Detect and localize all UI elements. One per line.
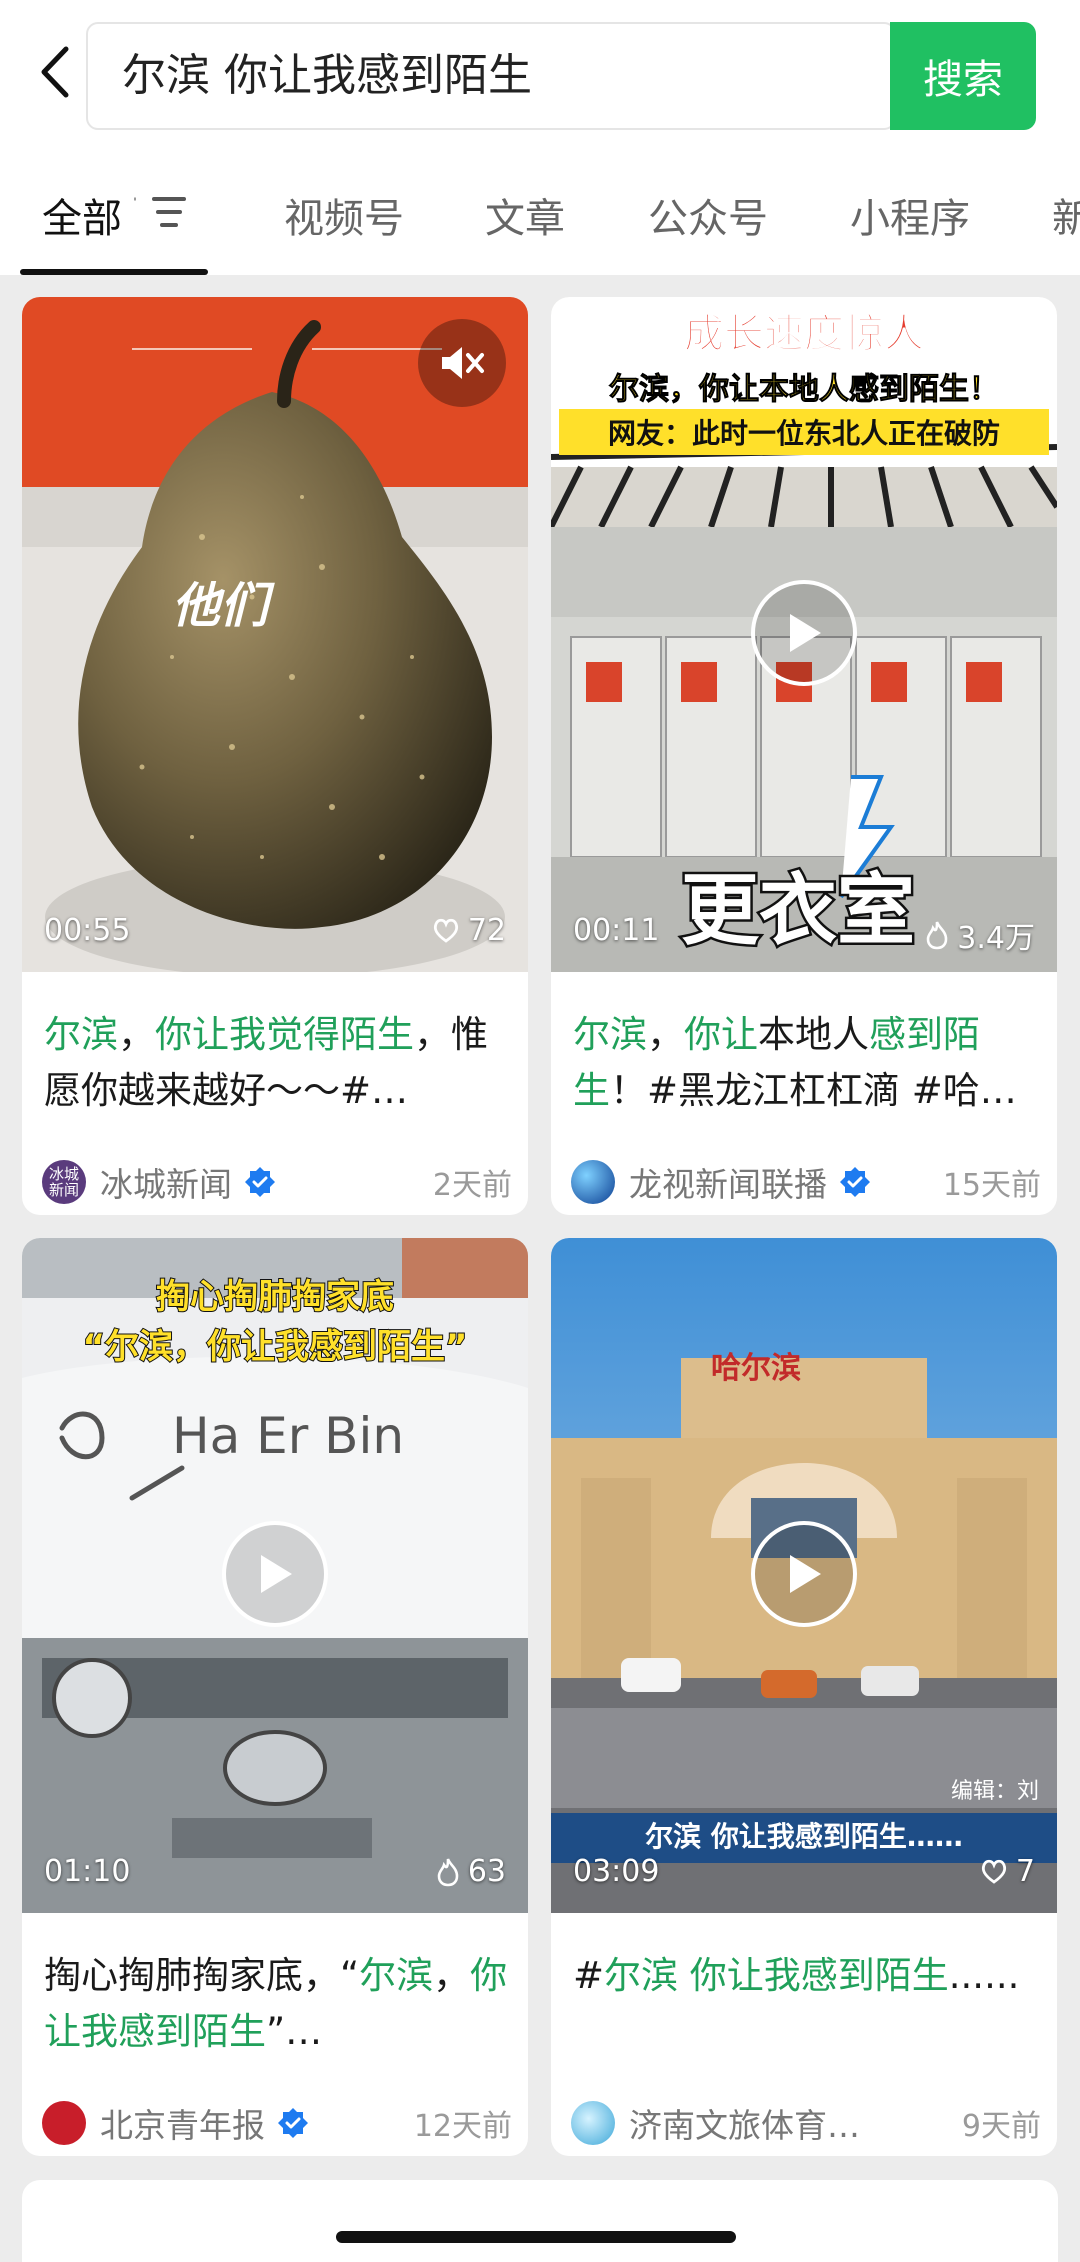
card-title[interactable]: 掏心掏肺掏家底，“尔滨，你让我感到陌生”… [44,1948,510,2060]
video-thumbnail[interactable]: 哈尔滨 编辑：刘 尔滨 你让我感到陌生…… 03:09 7 [551,1238,1057,1913]
video-duration: 01:10 [44,1854,131,1889]
like-count-value: 72 [467,913,506,948]
like-count: 72 [432,913,506,948]
title-highlight-text: 你让我觉得陌生 [155,1013,414,1056]
search-box [86,22,946,130]
title-highlight-text: 尔滨 [44,1013,118,1056]
video-card[interactable]: 他们 00:55 72 尔滨，你让我觉得陌生，惟愿你越来越好～～#… 冰城 新闻… [22,297,528,1215]
thumbnail-overlay-text: 他们 [172,578,275,634]
author-avatar [571,1160,615,1204]
title-text: 掏心掏肺掏家底，“ [44,1954,360,1997]
video-thumbnail[interactable]: 他们 00:55 72 [22,297,528,972]
thumbnail-overlay-line: 掏心掏肺掏家底 [156,1277,394,1317]
play-icon [261,1555,292,1593]
like-count: 63 [436,1854,506,1889]
like-count-value: 63 [467,1854,506,1889]
speaker-muted-icon [442,347,484,379]
video-card[interactable]: 哈尔滨 编辑：刘 尔滨 你让我感到陌生…… 03:09 7 #尔滨 你让我感到陌… [551,1238,1057,2156]
verified-badge-icon [840,1167,870,1197]
search-input[interactable] [122,24,842,128]
author-row[interactable]: 济南文旅体育… 9天前 [571,2098,1041,2148]
verified-badge-icon [245,1167,275,1197]
card-title[interactable]: 尔滨，你让我觉得陌生，惟愿你越来越好～～#… [44,1007,510,1119]
author-avatar [571,2101,615,2145]
thumbnail-caption-bar: 尔滨 你让我感到陌生…… [645,1820,963,1853]
title-highlight-text: 尔滨 你让我感到陌生 [604,1954,949,1997]
author-name: 济南文旅体育… [629,2106,860,2145]
thumbnail-overlay-line: 网友：此时一位东北人正在破防 [608,417,1000,450]
post-age: 9天前 [961,2109,1041,2144]
chevron-left-icon [41,46,69,98]
author-row[interactable]: 北京青年报 12天前 [42,2098,512,2148]
heart-icon [433,918,458,943]
flame-icon [926,921,948,950]
heart-icon [981,1859,1006,1884]
title-highlight-text: 尔滨 [359,1954,434,1997]
play-button[interactable] [751,580,857,686]
play-icon [790,614,821,652]
post-age: 12天前 [413,2109,512,2144]
tab-video-channel[interactable]: 视频号 [284,186,404,244]
play-icon [790,1555,821,1593]
title-text: ！#黑龙江杠杠滴 #哈… [610,1069,1017,1112]
next-result-card[interactable] [22,2180,1058,2262]
card-title[interactable]: 尔滨，你让本地人感到陌生！#黑龙江杠杠滴 #哈… [573,1007,1039,1119]
title-text: 本地人 [758,1013,869,1056]
title-text: # [573,1954,605,1997]
tab-mini-programs[interactable]: 小程序 [850,186,970,244]
title-highlight-text: 你让 [684,1013,758,1056]
author-name: 冰城新闻 [100,1165,232,1204]
search-button[interactable]: 搜索 [890,22,1036,130]
title-text: ， [118,1013,155,1056]
title-text: ， [647,1013,684,1056]
title-text: ， [433,1954,471,1997]
tab-all[interactable]: 全部 [42,186,122,244]
tab-news[interactable]: 新 [1052,186,1080,244]
flame-icon [437,1857,459,1886]
verified-badge-icon [278,2108,308,2138]
tab-articles[interactable]: 文章 [485,186,565,244]
post-age: 15天前 [942,1168,1041,1203]
like-count: 7 [980,1854,1035,1889]
thumbnail-overlay-title: 成长速度惊人 [684,311,924,357]
title-text: ”… [266,2010,323,2053]
thumbnail-overlay-line: 尔滨，你让本地人感到陌生！ [609,372,999,407]
home-indicator [336,2231,736,2243]
tab-bar: 全部 视频号 文章 公众号 小程序 新 [0,160,1080,275]
author-row[interactable]: 龙视新闻联播 15天前 [571,1157,1041,1207]
author-name: 龙视新闻联播 [629,1165,827,1204]
post-age: 2天前 [432,1168,512,1203]
active-tab-indicator [20,269,208,275]
header: 搜索 全部 视频号 文章 公众号 小程序 新 [0,0,1080,275]
title-highlight-text: 尔滨 [573,1013,647,1056]
play-button[interactable] [751,1521,857,1627]
video-card[interactable]: Ha Er Bin 掏心掏肺掏家底 “尔滨，你让我感到陌生” 01:10 63 … [22,1238,528,2156]
station-sign-text: 哈尔滨 [711,1351,801,1386]
video-thumbnail[interactable]: 成长速度惊人 尔滨，你让本地人感到陌生！ 网友：此时一位东北人正在破防 更衣室 … [551,297,1057,972]
video-duration: 00:55 [44,913,131,948]
like-count: 3.4万 [925,913,1035,957]
video-duration: 03:09 [573,1854,660,1889]
video-card[interactable]: 成长速度惊人 尔滨，你让本地人感到陌生！ 网友：此时一位东北人正在破防 更衣室 … [551,297,1057,1215]
thumbnail-overlay-line: “尔滨，你让我感到陌生” [83,1327,468,1367]
author-row[interactable]: 冰城 新闻 冰城新闻 2天前 [42,1157,512,1207]
thumbnail-snow-writing: Ha Er Bin [172,1407,404,1465]
like-count-value: 3.4万 [957,921,1035,956]
video-thumbnail[interactable]: Ha Er Bin 掏心掏肺掏家底 “尔滨，你让我感到陌生” 01:10 63 [22,1238,528,1913]
card-title[interactable]: #尔滨 你让我感到陌生...... [573,1948,1039,2060]
tab-official-accounts[interactable]: 公众号 [648,186,768,244]
back-button[interactable] [30,42,80,102]
thumbnail-overlay-big-text: 更衣室 [681,866,915,956]
editor-credit-text: 编辑：刘 [951,1779,1039,1804]
filter-icon [134,197,186,227]
video-duration: 00:11 [573,913,660,948]
filter-button[interactable] [132,190,192,236]
author-avatar [42,2101,86,2145]
author-name: 北京青年报 [100,2106,265,2145]
mute-button[interactable] [418,319,506,407]
like-count-value: 7 [1015,1854,1035,1889]
author-avatar: 冰城 新闻 [42,1160,86,1204]
title-text: ...... [948,1954,1020,1997]
play-button[interactable] [222,1521,328,1627]
